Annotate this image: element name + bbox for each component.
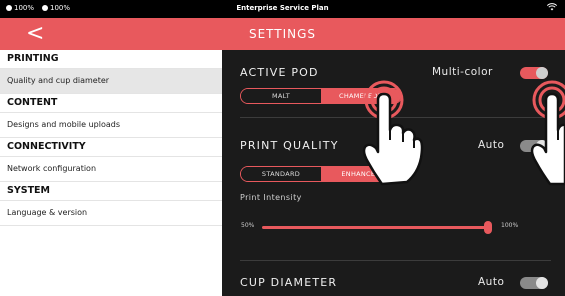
sidebar-item-designs[interactable]: Designs and mobile uploads	[0, 113, 222, 138]
slider-max-label: 100%	[501, 222, 519, 229]
print-intensity-slider-track[interactable]	[262, 226, 490, 229]
status-bar: 100% 100% Enterprise Service Plan	[0, 0, 565, 18]
section-divider	[240, 260, 551, 261]
wifi-icon	[546, 3, 558, 14]
print-quality-title: PRINT QUALITY	[240, 139, 339, 152]
slider-min-label: 50%	[241, 222, 255, 229]
sidebar-item-quality[interactable]: Quality and cup diameter	[0, 69, 222, 94]
cup-diameter-title: CUP DIAMETER	[240, 276, 338, 289]
pointing-hand-icon	[362, 80, 424, 186]
print-quality-auto-label: Auto	[478, 139, 505, 151]
print-intensity-label: Print Intensity	[240, 193, 302, 202]
sidebar-item-network[interactable]: Network configuration	[0, 157, 222, 182]
multi-color-label: Multi-color	[432, 66, 493, 78]
cup-diameter-auto-toggle[interactable]	[520, 277, 548, 289]
plan-name: Enterprise Service Plan	[236, 4, 329, 12]
cup-diameter-auto-label: Auto	[478, 276, 505, 288]
sidebar-section-connectivity: CONNECTIVITY	[0, 138, 222, 157]
sidebar-section-content: CONTENT	[0, 94, 222, 113]
print-intensity-slider-thumb[interactable]	[484, 221, 492, 234]
pod-option-malt[interactable]: MALT	[241, 89, 321, 103]
quality-option-standard[interactable]: STANDARD	[241, 167, 321, 181]
toggle-knob	[536, 277, 548, 289]
app-header: < SETTINGS	[0, 18, 565, 50]
pointing-hand-icon	[530, 80, 565, 186]
sidebar-section-printing: PRINTING	[0, 50, 222, 69]
settings-sidebar: PRINTING Quality and cup diameter CONTEN…	[0, 50, 222, 296]
page-title: SETTINGS	[248, 27, 317, 41]
active-pod-title: ACTIVE POD	[240, 66, 319, 79]
sidebar-section-system: SYSTEM	[0, 182, 222, 201]
sidebar-item-language[interactable]: Language & version	[0, 201, 222, 226]
